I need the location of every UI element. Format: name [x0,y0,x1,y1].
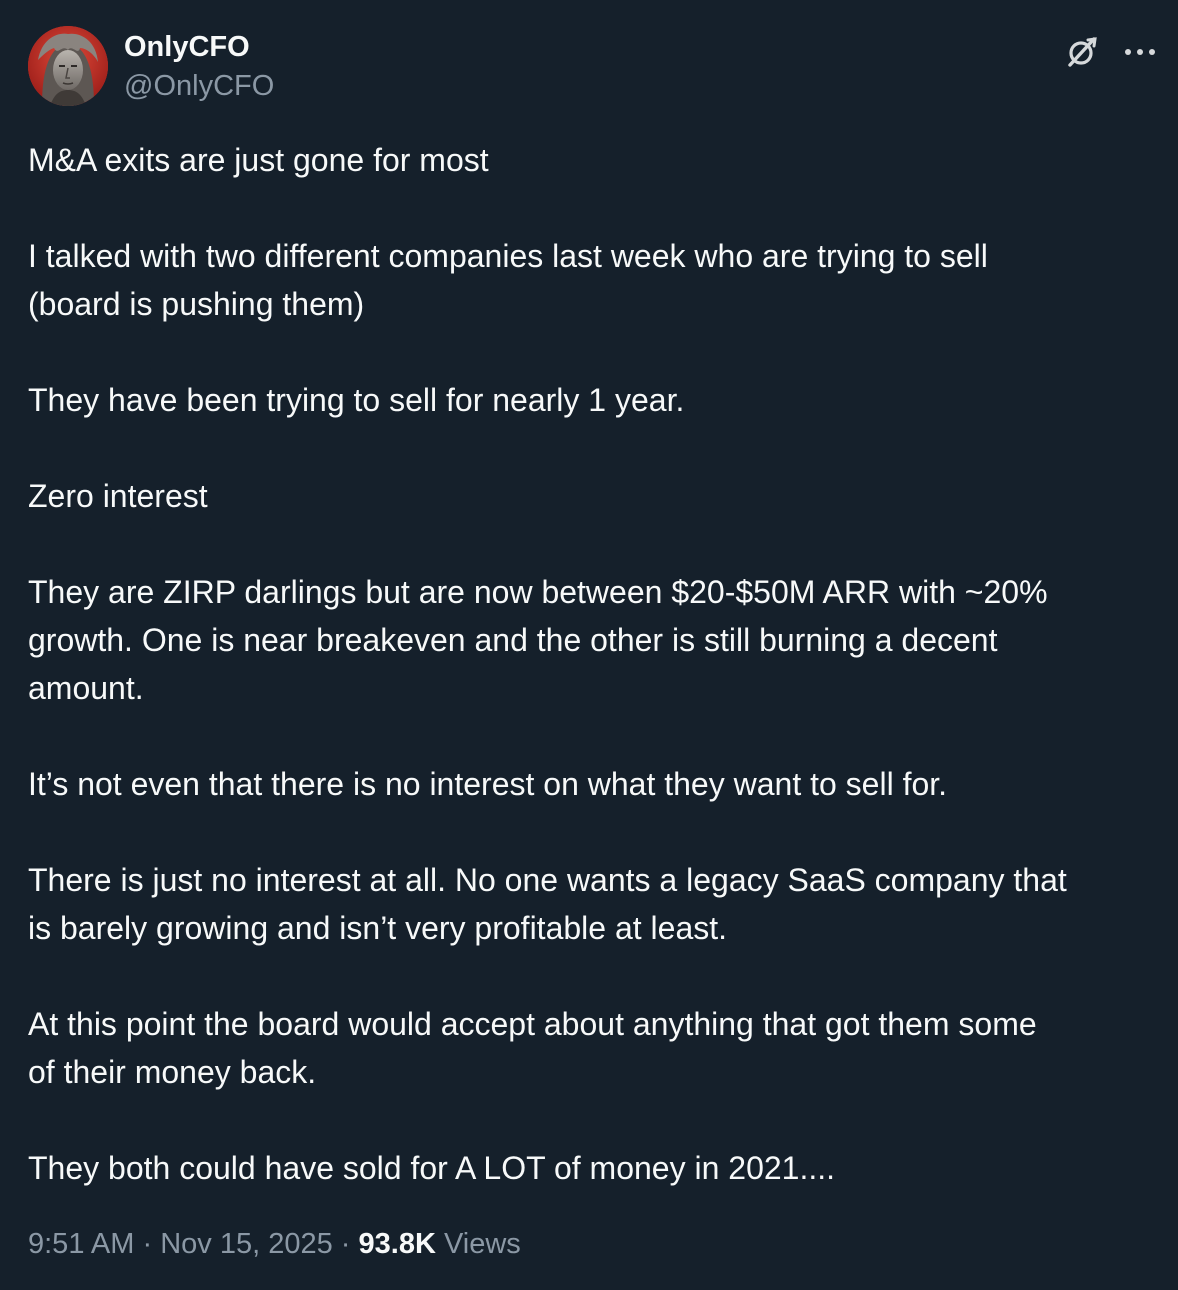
tweet-text: M&A exits are just gone for most I talke… [28,136,1158,1192]
meta-separator: · [340,1228,351,1260]
meta-separator: · [142,1228,153,1260]
header-actions [1064,34,1158,70]
tweet-header: OnlyCFO @OnlyCFO [28,26,1158,108]
more-icon[interactable] [1122,34,1158,70]
tweet-paragraph: At this point the board would accept abo… [28,1006,1037,1090]
user-handle[interactable]: @OnlyCFO [124,68,274,104]
grok-icon[interactable] [1064,34,1100,70]
tweet-paragraph: They both could have sold for A LOT of m… [28,1150,836,1186]
tweet-paragraph: It’s not even that there is no interest … [28,766,948,802]
views-label: Views [443,1228,521,1260]
tweet-paragraph: There is just no interest at all. No one… [28,862,1067,946]
post-date[interactable]: Nov 15, 2025 [160,1228,333,1260]
tweet: OnlyCFO @OnlyCFO M&A exits are just gone… [0,0,1178,1290]
tweet-meta: 9:51 AM · Nov 15, 2025 · 93.8K Views [28,1222,521,1266]
tweet-paragraph: They are ZIRP darlings but are now betwe… [28,574,1048,706]
avatar[interactable] [28,26,108,106]
tweet-paragraph: I talked with two different companies la… [28,238,988,322]
tweet-paragraph: M&A exits are just gone for most [28,142,489,178]
display-name[interactable]: OnlyCFO [124,30,274,64]
tweet-paragraph: They have been trying to sell for nearly… [28,382,685,418]
user-info: OnlyCFO @OnlyCFO [124,30,274,104]
post-time[interactable]: 9:51 AM [28,1228,134,1260]
views-count: 93.8K [358,1228,436,1260]
avatar-image [28,26,108,106]
tweet-paragraph: Zero interest [28,478,208,514]
